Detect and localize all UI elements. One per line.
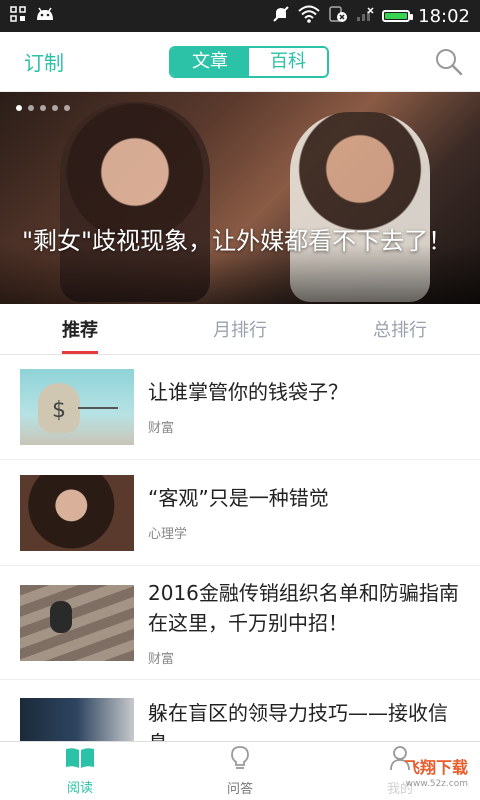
android-icon	[34, 6, 56, 26]
tab-overall-ranking[interactable]: 总排行	[320, 304, 480, 354]
app-grid-icon	[10, 6, 26, 26]
carousel-dot	[52, 105, 58, 111]
open-book-icon	[65, 746, 95, 774]
watermark-brand: 飞翔下载	[403, 758, 468, 777]
mute-icon	[272, 5, 290, 27]
nav-qa[interactable]: 问答	[160, 742, 320, 800]
article-item[interactable]: 让谁掌管你的钱袋子？ 财富	[0, 354, 480, 460]
carousel-dot	[28, 105, 34, 111]
signal-icon	[356, 6, 374, 26]
article-title: 躲在盲区的领导力技巧——接收信息	[148, 701, 448, 742]
nav-read[interactable]: 阅读	[0, 742, 160, 800]
article-thumbnail	[20, 698, 134, 742]
article-item[interactable]: 躲在盲区的领导力技巧——接收信息	[0, 680, 480, 742]
battery-icon	[382, 10, 414, 22]
sim-error-icon	[328, 5, 348, 27]
carousel-dot	[40, 105, 46, 111]
subscribe-button[interactable]: 订制	[24, 47, 64, 76]
lightbulb-icon	[229, 745, 251, 775]
clock: 18:02	[418, 5, 470, 27]
segment-articles[interactable]: 文章	[171, 47, 249, 76]
watermark: 飞翔下载 www.52z.com	[404, 760, 468, 792]
nav-read-label: 阅读	[66, 781, 93, 796]
article-category: 财富	[148, 421, 175, 436]
article-title: 2016金融传销组织名单和防骗指南在这里，千万别中招！	[148, 581, 459, 635]
top-bar: 订制 文章 百科	[0, 32, 480, 92]
hero-banner[interactable]: "剩女"歧视现象，让外媒都看不下去了！	[0, 92, 480, 304]
watermark-site: www.52z.com	[405, 779, 468, 789]
article-category: 财富	[148, 652, 175, 667]
article-category: 心理学	[148, 527, 188, 542]
article-item[interactable]: “客观”只是一种错觉 心理学	[0, 460, 480, 566]
ranking-tabs: 推荐 月排行 总排行	[0, 304, 480, 355]
tab-monthly-ranking[interactable]: 月排行	[160, 304, 320, 354]
segment-encyclopedia[interactable]: 百科	[249, 47, 327, 76]
carousel-dot	[64, 105, 70, 111]
carousel-dot	[16, 105, 22, 111]
carousel-indicator	[16, 105, 70, 111]
article-title: “客观”只是一种错觉	[148, 486, 329, 510]
nav-qa-label: 问答	[226, 782, 253, 797]
article-thumbnail	[20, 368, 134, 445]
wifi-icon	[298, 5, 320, 27]
hero-title: "剩女"歧视现象，让外媒都看不下去了！	[22, 227, 453, 255]
article-list: 让谁掌管你的钱袋子？ 财富 “客观”只是一种错觉 心理学 2016金融传销组织名…	[0, 354, 480, 742]
bottom-navigation: 阅读 问答 我的 飞翔下载 www.52z.com	[0, 741, 480, 800]
status-bar: 18:02	[0, 0, 480, 32]
content-type-switch: 文章 百科	[169, 45, 329, 78]
search-icon[interactable]	[434, 47, 464, 77]
tab-recommended[interactable]: 推荐	[0, 304, 160, 354]
article-thumbnail	[20, 474, 134, 551]
article-title: 让谁掌管你的钱袋子？	[148, 380, 348, 404]
article-item[interactable]: 2016金融传销组织名单和防骗指南在这里，千万别中招！ 财富	[0, 566, 480, 680]
article-thumbnail	[20, 584, 134, 661]
